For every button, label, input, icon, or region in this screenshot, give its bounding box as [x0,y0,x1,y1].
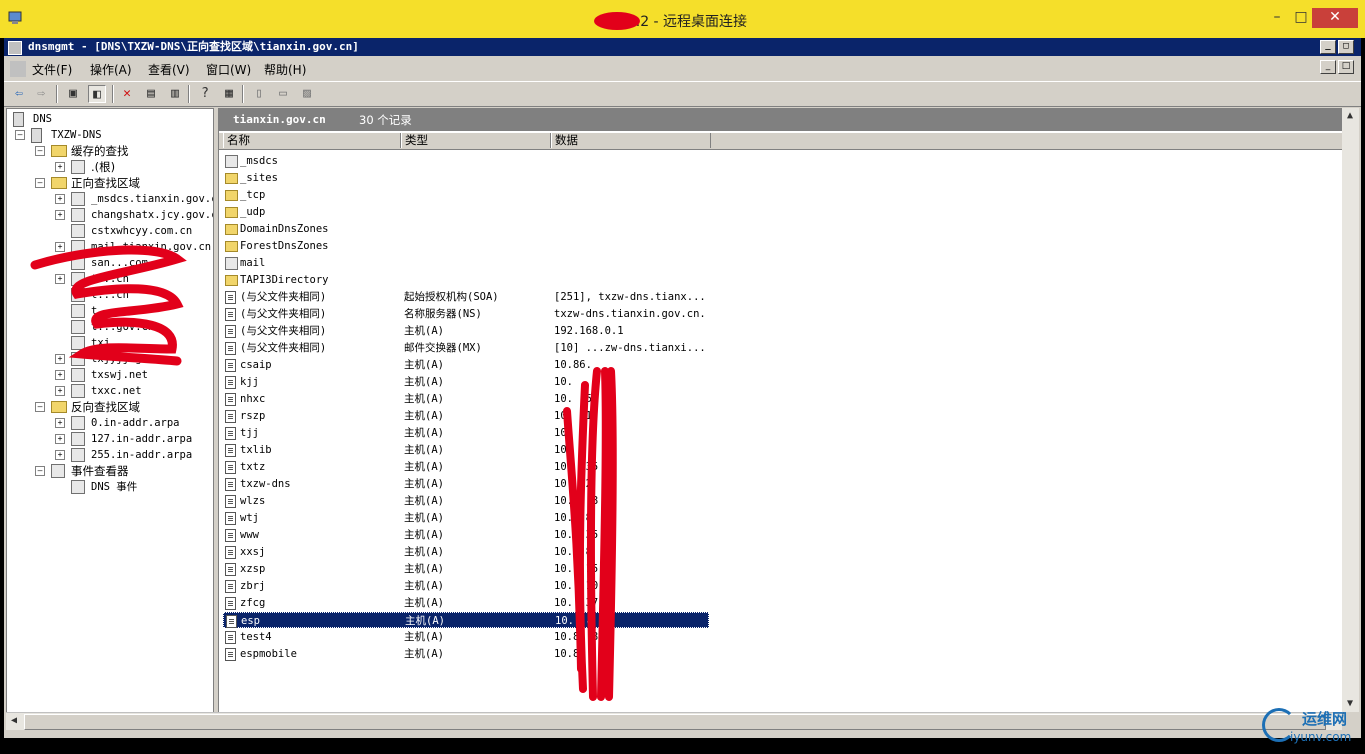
export-icon[interactable]: ▥ [166,85,184,103]
dnsmgmt-window: dnsmgmt - [DNS\TXZW-DNS\正向查找区域\tianxin.g… [4,38,1361,738]
watermark-brand: 运维网 [1302,710,1348,728]
properties-icon[interactable]: ▤ [142,85,160,103]
record-icon[interactable]: ▭ [274,85,292,103]
watermark-url: iyunv.com [1290,730,1352,744]
server-icon[interactable]: ▯ [250,85,268,103]
console-tree: DNS – TXZW-DNS – 缓存的查找 + .(根) – 正向查找区域 +… [6,108,214,714]
refresh-icon[interactable]: ▨ [298,85,316,103]
mmc-icon [8,41,22,55]
show-tree-icon[interactable]: ◧ [88,85,106,103]
menu-action[interactable]: 操作(A) [90,61,132,78]
help-icon[interactable]: ? [196,85,214,103]
results-pane: tianxin.gov.cn 30 个记录 名称 类型 数据 _msdcs _si… [218,108,1344,714]
delete-icon[interactable]: ✕ [118,85,136,103]
menu-bar: 文件(F) 操作(A) 查看(V) 窗口(W) 帮助(H) _ □ [4,58,1361,80]
child-restore-button[interactable]: □ [1338,60,1354,74]
redaction-scribble [563,367,617,701]
horizontal-scrollbar[interactable]: ◀ [6,712,1342,730]
menu-file[interactable]: 文件(F) [32,61,72,78]
app-title-bar[interactable]: dnsmgmt - [DNS\TXZW-DNS\正向查找区域\tianxin.g… [4,38,1361,56]
app-minimize-button[interactable]: _ [1320,40,1336,54]
menu-view[interactable]: 查看(V) [148,61,190,78]
scroll-thumb[interactable] [24,714,1326,730]
toolbar-separator [112,85,114,103]
watermark: 运维网 iyunv.com [1262,706,1362,750]
toolbar-separator [188,85,190,103]
toolbar-separator [56,85,58,103]
scroll-up-icon[interactable]: ▲ [1342,108,1358,124]
rdp-close-button[interactable]: ✕ [1312,8,1358,28]
menu-window[interactable]: 窗口(W) [206,61,251,78]
scroll-left-icon[interactable]: ◀ [6,713,22,729]
toolbar-separator [242,85,244,103]
rdp-window-title: 80.2 - 远程桌面连接 [617,14,748,30]
redaction-mark [594,12,640,30]
rdp-title-bar[interactable]: 80.2 - 远程桌面连接 – □ ✕ [0,0,1365,38]
redaction-scribble [30,245,187,366]
back-icon[interactable]: ⇦ [10,85,28,103]
toolbar: ⇦ ⇨ ▣ ◧ ✕ ▤ ▥ ? ▦ ▯ ▭ ▨ [4,81,1361,107]
up-folder-icon[interactable]: ▣ [64,85,82,103]
forward-icon[interactable]: ⇨ [32,85,50,103]
child-minimize-button[interactable]: _ [1320,60,1336,74]
menu-help[interactable]: 帮助(H) [264,61,306,78]
console-icon [10,61,26,77]
console-tree-icon[interactable]: ▦ [220,85,238,103]
app-title: dnsmgmt - [DNS\TXZW-DNS\正向查找区域\tianxin.g… [28,40,359,53]
app-restore-button[interactable]: □ [1338,40,1354,54]
vertical-scrollbar[interactable]: ▲ ▼ [1342,108,1359,712]
